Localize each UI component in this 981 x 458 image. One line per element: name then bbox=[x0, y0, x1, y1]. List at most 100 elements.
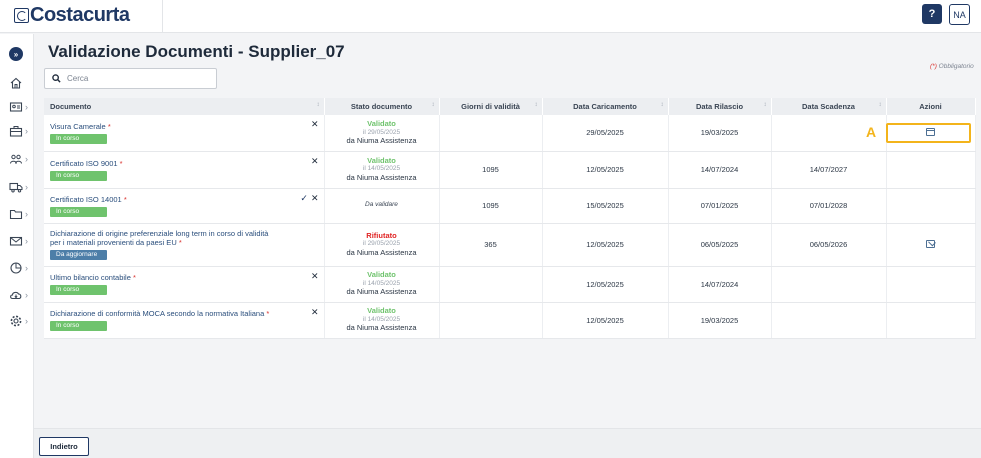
logo-mark-icon bbox=[14, 7, 29, 23]
document-name-link[interactable]: Ultimo bilancio contabile * bbox=[50, 273, 275, 282]
sidebar-item-messages[interactable]: › bbox=[0, 231, 34, 251]
sidebar-expand[interactable]: » bbox=[0, 44, 34, 64]
chart-icon bbox=[10, 262, 22, 274]
sort-icon[interactable]: ↕ bbox=[432, 102, 435, 108]
close-icon[interactable]: ✕ bbox=[311, 193, 319, 204]
column-header-rilascio[interactable]: Data Rilascio ↕ bbox=[668, 98, 772, 115]
expand-sidebar-icon[interactable]: » bbox=[9, 47, 23, 61]
rilascio-cell: 07/01/2025 bbox=[668, 188, 772, 224]
close-icon[interactable]: ✕ bbox=[311, 271, 319, 282]
close-icon[interactable]: ✕ bbox=[311, 156, 319, 167]
document-name: Dichiarazione di origine preferenziale l… bbox=[50, 229, 269, 247]
back-button[interactable]: Indietro bbox=[39, 437, 89, 456]
search-box[interactable] bbox=[44, 68, 217, 89]
close-icon[interactable]: ✕ bbox=[311, 119, 319, 130]
mail-icon[interactable] bbox=[926, 239, 935, 248]
document-name-link[interactable]: Dichiarazione di origine preferenziale l… bbox=[50, 229, 275, 247]
status-text: Validato bbox=[367, 270, 396, 280]
status-text: Rifiutato bbox=[366, 230, 397, 240]
document-name: Dichiarazione di conformità MOCA secondo… bbox=[50, 309, 265, 318]
document-name-link[interactable]: Certificato ISO 14001 * bbox=[50, 195, 275, 204]
required-marker: * bbox=[123, 194, 127, 204]
rilascio-cell: 14/07/2024 bbox=[668, 266, 772, 303]
sidebar-item-downloads[interactable]: › bbox=[0, 285, 34, 305]
home-icon bbox=[10, 77, 22, 89]
giorni-cell: 1095 bbox=[439, 151, 543, 189]
sidebar-item-home[interactable] bbox=[0, 73, 34, 93]
required-note: (*) Obbligatorio bbox=[930, 63, 974, 70]
annotation-label: A bbox=[866, 124, 877, 140]
status-text: Validato bbox=[367, 155, 396, 165]
costacurta-logo[interactable]: Costacurta bbox=[14, 4, 130, 26]
giorni-cell bbox=[439, 266, 543, 303]
rilascio-cell: 19/03/2025 bbox=[668, 115, 772, 152]
document-cell: Certificato ISO 9001 * In corso ✕ bbox=[44, 151, 325, 189]
chevron-right-icon: › bbox=[25, 102, 28, 112]
document-name-link[interactable]: Dichiarazione di conformità MOCA secondo… bbox=[50, 309, 275, 318]
sidebar-item-documents[interactable]: › bbox=[0, 204, 34, 224]
document-cell: Ultimo bilancio contabile * In corso ✕ bbox=[44, 266, 325, 303]
sidebar-item-settings[interactable]: › bbox=[0, 311, 34, 331]
sidebar-item-users[interactable]: › bbox=[0, 149, 34, 169]
column-header-stato[interactable]: Stato documento ↕ bbox=[324, 98, 440, 115]
column-header-documento[interactable]: Documento ↕ bbox=[44, 98, 325, 115]
sidebar: » › › › › › › › › › bbox=[0, 34, 34, 458]
document-name: Ultimo bilancio contabile bbox=[50, 273, 131, 282]
document-cell: Dichiarazione di conformità MOCA secondo… bbox=[44, 302, 325, 339]
sort-icon[interactable]: ↕ bbox=[879, 102, 882, 108]
status-by: da Niuma Assistenza bbox=[346, 136, 417, 145]
document-name-link[interactable]: Visura Camerale * bbox=[50, 122, 275, 131]
footer-bar bbox=[34, 428, 981, 458]
status-badge: In corso bbox=[50, 206, 107, 217]
chevron-right-icon: › bbox=[25, 182, 28, 192]
close-icon[interactable]: ✕ bbox=[311, 307, 319, 318]
scadenza-cell: 06/05/2026 bbox=[771, 223, 887, 267]
document-name-link[interactable]: Certificato ISO 9001 * bbox=[50, 159, 275, 168]
document-name: Visura Camerale bbox=[50, 121, 106, 131]
actions-cell bbox=[886, 223, 976, 267]
column-header-giorni[interactable]: Giorni di validità ↕ bbox=[439, 98, 543, 115]
sidebar-item-business[interactable]: › bbox=[0, 121, 34, 141]
sort-icon[interactable]: ↕ bbox=[317, 102, 320, 108]
table-header-row: Documento ↕ Stato documento ↕ Giorni di va… bbox=[44, 98, 976, 115]
check-icon[interactable]: ✓ bbox=[300, 193, 308, 204]
column-header-label: Data Scadenza bbox=[802, 102, 855, 111]
sort-icon[interactable]: ↕ bbox=[764, 102, 767, 108]
status-cell: Validato il 14/05/2025 da Niuma Assisten… bbox=[324, 302, 440, 339]
scadenza-cell bbox=[771, 266, 887, 303]
table-row: Dichiarazione di conformità MOCA secondo… bbox=[44, 302, 976, 339]
top-bar: Costacurta ? NA bbox=[0, 0, 981, 33]
search-input[interactable] bbox=[67, 74, 207, 83]
chevron-right-icon: › bbox=[25, 126, 28, 136]
sort-icon[interactable]: ↕ bbox=[661, 102, 664, 108]
column-header-azioni: Azioni bbox=[886, 98, 976, 115]
user-avatar-button[interactable]: NA bbox=[949, 4, 970, 25]
search-icon bbox=[52, 74, 61, 83]
sort-icon[interactable]: ↕ bbox=[535, 102, 538, 108]
status-by: da Niuma Assistenza bbox=[346, 323, 417, 333]
column-header-caricamento[interactable]: Data Caricamento ↕ bbox=[542, 98, 669, 115]
actions-cell bbox=[886, 188, 976, 224]
chevron-right-icon: › bbox=[25, 236, 28, 246]
chevron-right-icon: › bbox=[25, 263, 28, 273]
document-name: Certificato ISO 14001 bbox=[50, 194, 122, 204]
rilascio-cell: 14/07/2024 bbox=[668, 151, 772, 189]
sidebar-item-shipping[interactable]: › bbox=[0, 177, 34, 197]
rilascio-cell: 06/05/2025 bbox=[668, 223, 772, 267]
status-cell: Validato il 14/05/2025 da Niuma Assisten… bbox=[324, 266, 440, 303]
help-button[interactable]: ? bbox=[922, 4, 942, 24]
cloud-download-icon bbox=[10, 291, 22, 300]
required-marker: * bbox=[119, 158, 123, 168]
column-header-scadenza[interactable]: Data Scadenza ↕ bbox=[771, 98, 887, 115]
annotation-highlight-box bbox=[886, 123, 971, 143]
giorni-cell: 365 bbox=[439, 223, 543, 267]
column-header-label: Data Caricamento bbox=[573, 102, 637, 111]
sidebar-item-reports[interactable]: › bbox=[0, 258, 34, 278]
chevron-right-icon: › bbox=[25, 154, 28, 164]
id-card-icon bbox=[9, 102, 23, 112]
actions-cell bbox=[886, 302, 976, 339]
status-badge: Da aggiornare bbox=[50, 250, 107, 260]
chevron-right-icon: › bbox=[25, 316, 28, 326]
sidebar-item-anagrafica[interactable]: › bbox=[0, 97, 34, 117]
scadenza-cell: 14/07/2027 bbox=[771, 151, 887, 189]
